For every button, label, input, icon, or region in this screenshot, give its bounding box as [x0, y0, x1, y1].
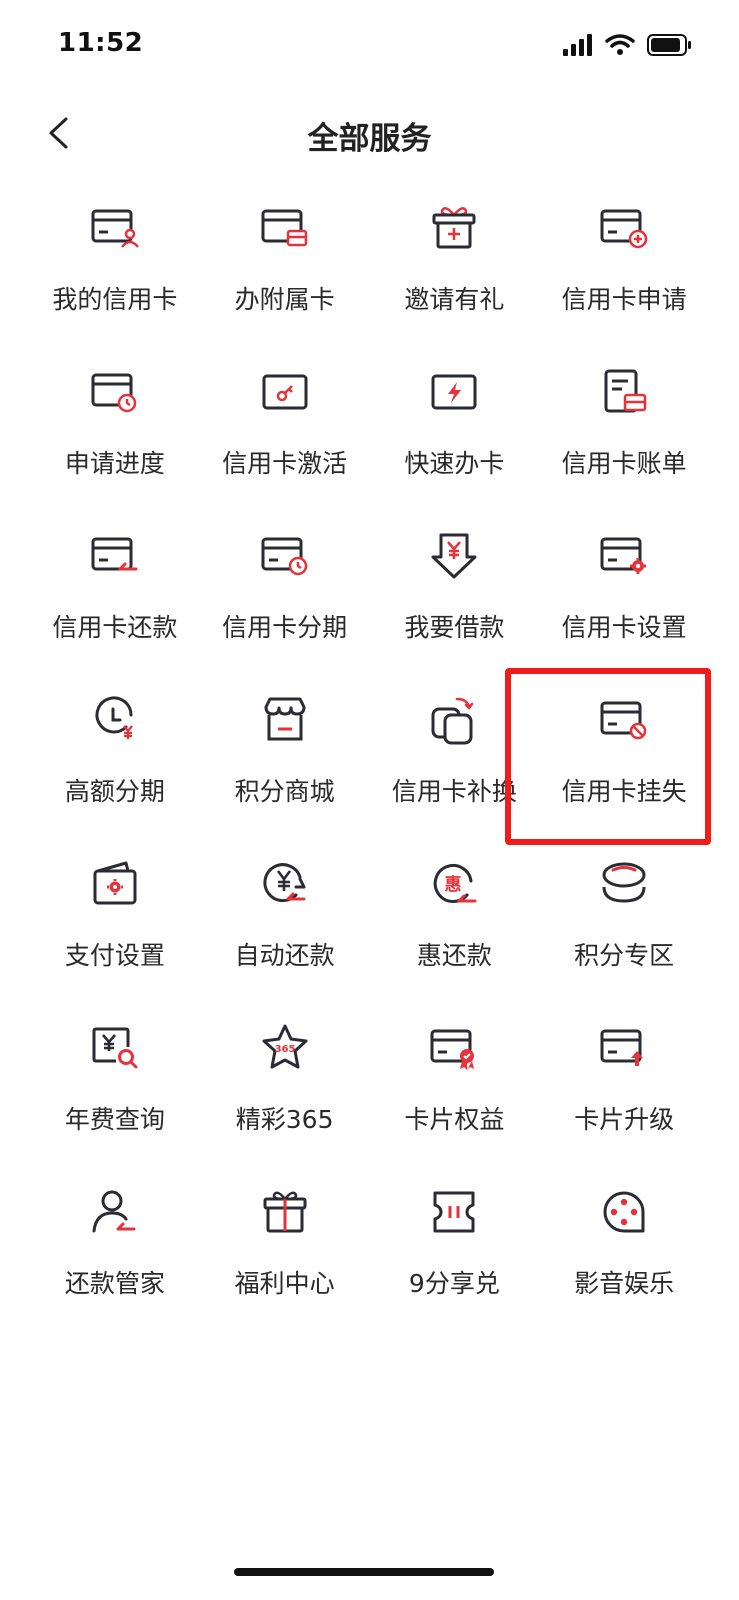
- service-repayment-manager[interactable]: 还款管家: [30, 1174, 200, 1338]
- service-payment-settings[interactable]: 支付设置: [30, 846, 200, 1010]
- service-quick-card[interactable]: 快速办卡: [370, 354, 540, 518]
- service-label: 信用卡设置: [561, 613, 687, 642]
- card-badge-icon: [424, 1018, 484, 1078]
- service-high-installment[interactable]: 高额分期: [30, 682, 200, 846]
- gift-box-icon: [424, 198, 484, 258]
- service-supplementary-card[interactable]: 办附属卡: [200, 190, 370, 354]
- card-progress-icon: [85, 362, 145, 422]
- service-label: 信用卡挂失: [561, 777, 687, 806]
- service-card-bill[interactable]: 信用卡账单: [539, 354, 709, 518]
- service-invite-gift[interactable]: 邀请有礼: [370, 190, 540, 354]
- bill-icon: [594, 362, 654, 422]
- card-key-icon: [255, 362, 315, 422]
- svg-text:惠: 惠: [445, 874, 462, 895]
- card-block-icon: [594, 690, 654, 750]
- coins-icon: [594, 854, 654, 914]
- service-label: 卡片升级: [574, 1105, 675, 1134]
- battery-icon: [647, 34, 691, 56]
- service-annual-fee-query[interactable]: 年费查询: [30, 1010, 200, 1174]
- service-welfare-center[interactable]: 福利中心: [200, 1174, 370, 1338]
- service-label: 年费查询: [64, 1105, 165, 1134]
- services-grid: 我的信用卡 办附属卡 邀请有礼 信用卡申请 申请进度 信用卡激活 快速办卡 信用…: [30, 190, 709, 1338]
- service-auto-repayment[interactable]: 自动还款: [200, 846, 370, 1010]
- service-label: 高额分期: [64, 777, 165, 806]
- service-label: 信用卡激活: [222, 449, 348, 478]
- card-gear-icon: [594, 526, 654, 586]
- service-label: 积分专区: [574, 941, 675, 970]
- service-label: 快速办卡: [404, 449, 505, 478]
- service-label: 9分享兑: [408, 1269, 500, 1298]
- gift-icon: [255, 1182, 315, 1242]
- yuan-cycle-icon: [255, 854, 315, 914]
- card-clock-icon: [255, 526, 315, 586]
- service-points-zone[interactable]: 积分专区: [539, 846, 709, 1010]
- hui-repay-icon: 惠: [424, 854, 484, 914]
- service-label: 信用卡分期: [222, 613, 348, 642]
- service-card-replacement[interactable]: 信用卡补换: [370, 682, 540, 846]
- service-points-mall[interactable]: 积分商城: [200, 682, 370, 846]
- service-label: 影音娱乐: [574, 1269, 675, 1298]
- film-reel-icon: [594, 1182, 654, 1242]
- service-card-upgrade[interactable]: 卡片升级: [539, 1010, 709, 1174]
- service-label: 支付设置: [64, 941, 165, 970]
- card-plus-icon: [594, 198, 654, 258]
- service-card-repayment[interactable]: 信用卡还款: [30, 518, 200, 682]
- card-upgrade-icon: [594, 1018, 654, 1078]
- service-loan[interactable]: 我要借款: [370, 518, 540, 682]
- service-card-application[interactable]: 信用卡申请: [539, 190, 709, 354]
- card-lightning-icon: [424, 362, 484, 422]
- service-card-settings[interactable]: 信用卡设置: [539, 518, 709, 682]
- ticket-icon: [424, 1182, 484, 1242]
- service-9-points-exchange[interactable]: 9分享兑: [370, 1174, 540, 1338]
- card-replace-icon: [424, 690, 484, 750]
- service-application-progress[interactable]: 申请进度: [30, 354, 200, 518]
- star-365-icon: 365: [255, 1018, 315, 1078]
- wallet-gear-icon: [85, 854, 145, 914]
- service-label: 卡片权益: [404, 1105, 505, 1134]
- service-label: 福利中心: [234, 1269, 335, 1298]
- card-repay-icon: [85, 526, 145, 586]
- yuan-shield-icon: [424, 526, 484, 586]
- service-hui-repayment[interactable]: 惠 惠还款: [370, 846, 540, 1010]
- page-title: 全部服务: [307, 121, 432, 157]
- status-bar: 11:52: [0, 0, 739, 90]
- service-card-installment[interactable]: 信用卡分期: [200, 518, 370, 682]
- service-label: 我要借款: [404, 613, 505, 642]
- service-media-entertainment[interactable]: 影音娱乐: [539, 1174, 709, 1338]
- cellular-signal-icon: [563, 34, 592, 56]
- service-label: 我的信用卡: [52, 285, 178, 314]
- service-label: 信用卡还款: [52, 613, 178, 642]
- card-sub-icon: [255, 198, 315, 258]
- service-label: 信用卡账单: [561, 449, 687, 478]
- service-my-credit-card[interactable]: 我的信用卡: [30, 190, 200, 354]
- service-card-activation[interactable]: 信用卡激活: [200, 354, 370, 518]
- service-label: 邀请有礼: [404, 285, 505, 314]
- card-user-icon: [85, 198, 145, 258]
- service-label: 自动还款: [234, 941, 335, 970]
- service-label: 办附属卡: [234, 285, 335, 314]
- service-label: 申请进度: [64, 449, 165, 478]
- svg-text:365: 365: [274, 1044, 295, 1055]
- person-icon: [85, 1182, 145, 1242]
- nav-bar: 全部服务: [0, 95, 739, 175]
- clock-yuan-icon: [85, 690, 145, 750]
- service-wonderful-365[interactable]: 365 精彩365: [200, 1010, 370, 1174]
- status-time: 11:52: [58, 28, 144, 58]
- fee-search-icon: [85, 1018, 145, 1078]
- wifi-icon: [605, 34, 635, 55]
- service-label: 信用卡申请: [561, 285, 687, 314]
- status-icons: [563, 34, 693, 56]
- service-card-benefits[interactable]: 卡片权益: [370, 1010, 540, 1174]
- service-card-report-lost[interactable]: 信用卡挂失: [539, 682, 709, 846]
- service-label: 还款管家: [64, 1269, 165, 1298]
- service-label: 精彩365: [235, 1105, 334, 1134]
- service-label: 惠还款: [416, 941, 492, 970]
- service-label: 信用卡补换: [391, 777, 517, 806]
- home-indicator[interactable]: [234, 1568, 494, 1576]
- store-icon: [255, 690, 315, 750]
- service-label: 积分商城: [234, 777, 335, 806]
